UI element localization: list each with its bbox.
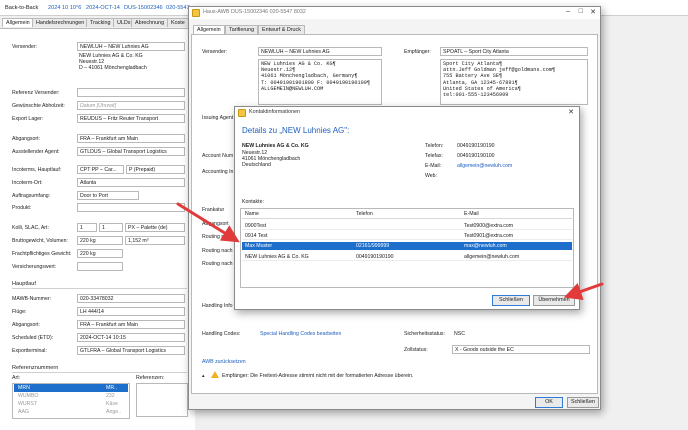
annotation-arrows (176, 202, 604, 300)
arrow-to-max-muster (176, 202, 240, 243)
arrow-to-uebernehmen (563, 282, 604, 300)
